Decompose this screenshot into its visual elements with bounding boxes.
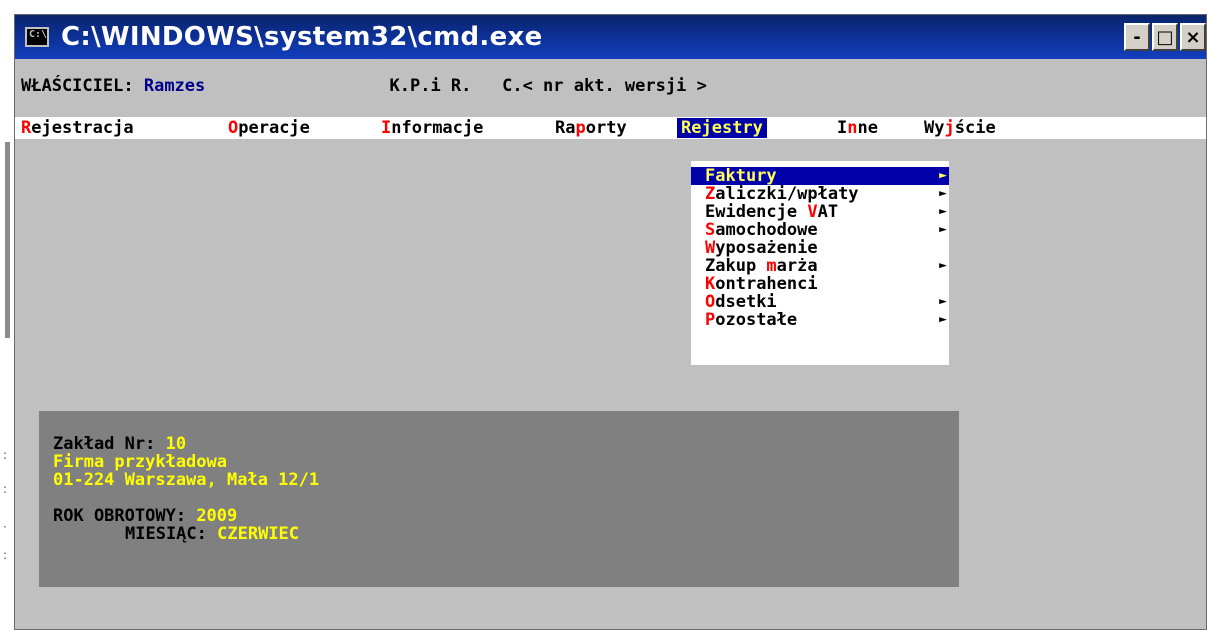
plant-number: 10: [165, 434, 187, 454]
submenu-arrow-icon: ►: [939, 258, 947, 273]
submenu-arrow-icon: ►: [939, 294, 947, 309]
background-glyph: :: [3, 448, 8, 462]
dropdown-item-zakup-marza[interactable]: Zakup marża ►: [691, 257, 949, 275]
menu-bar: Rejestracja Operacje Informacje Raporty …: [15, 117, 1206, 139]
window-title: C:\WINDOWS\system32\cmd.exe: [61, 22, 543, 52]
menu-hotkey: j: [944, 118, 955, 138]
fiscal-year-value: 2009: [196, 506, 238, 526]
owner-label: WŁAŚCICIEL:: [21, 76, 134, 96]
console-area: WŁAŚCICIEL: Ramzes K.P.i R. C.< nr akt. …: [15, 59, 1206, 629]
window-controls: - □ ×: [1124, 23, 1206, 51]
menu-hotkey: R: [21, 118, 32, 138]
submenu-arrow-icon: ►: [939, 168, 947, 183]
dropdown-item-pozostale[interactable]: Pozostałe ►: [691, 311, 949, 329]
dropdown-item-ewidencje-vat[interactable]: Ewidencje VAT ►: [691, 203, 949, 221]
plant-label: Zakład Nr:: [53, 434, 156, 454]
company-name: Firma przykładowa: [53, 452, 227, 472]
company-address: 01-224 Warszawa, Mała 12/1: [53, 470, 320, 490]
plant-line: Zakład Nr: 10: [53, 435, 186, 453]
menu-hotkey: O: [228, 118, 239, 138]
owner-name: Ramzes: [143, 76, 206, 96]
menu-raporty[interactable]: Raporty: [555, 119, 627, 137]
dropdown-item-odsetki[interactable]: Odsetki ►: [691, 293, 949, 311]
dropdown-item-zaliczki[interactable]: Zaliczki/wpłaty ►: [691, 185, 949, 203]
menu-wyjscie[interactable]: Wyjście: [924, 119, 996, 137]
maximize-button[interactable]: □: [1152, 23, 1178, 51]
dropdown-item-samochodowe[interactable]: Samochodowe ►: [691, 221, 949, 239]
title-bar[interactable]: C:\ C:\WINDOWS\system32\cmd.exe - □ ×: [15, 15, 1206, 59]
fiscal-year-line: ROK OBROTOWY: 2009: [53, 507, 237, 525]
rejestry-dropdown: Faktury ► Zaliczki/wpłaty ► Ewidencje VAT ►…: [691, 161, 949, 365]
menu-hotkey: R: [681, 118, 692, 138]
background-scrollbar: [5, 142, 10, 338]
close-button[interactable]: ×: [1180, 23, 1206, 51]
background-glyph: :: [3, 482, 8, 496]
submenu-arrow-icon: ►: [939, 222, 947, 237]
dropdown-item-kontrahenci[interactable]: Kontrahenci: [691, 275, 949, 293]
dropdown-item-faktury[interactable]: Faktury ►: [691, 167, 949, 185]
menu-hotkey: I: [381, 118, 392, 138]
month-line: MIESIĄC: CZERWIEC: [125, 525, 299, 543]
menu-rejestracja[interactable]: Rejestracja: [21, 119, 134, 137]
menu-inne[interactable]: Inne: [837, 119, 878, 137]
menu-operacje[interactable]: Operacje: [228, 119, 310, 137]
cmd-window: C:\ C:\WINDOWS\system32\cmd.exe - □ × WŁ…: [14, 14, 1207, 630]
background-glyph: :: [3, 548, 8, 562]
company-info-panel: Zakład Nr: 10 Firma przykładowa 01-224 W…: [39, 411, 959, 587]
menu-rejestry[interactable]: Rejestry: [677, 118, 767, 138]
dropdown-item-wyposazenie[interactable]: Wyposażenie: [691, 239, 949, 257]
menu-hotkey: n: [847, 118, 858, 138]
console-icon-label: C:\: [29, 29, 48, 40]
program-name: K.P.i R.: [389, 76, 472, 96]
submenu-arrow-icon: ►: [939, 186, 947, 201]
submenu-arrow-icon: ►: [939, 312, 947, 327]
header-line: WŁAŚCICIEL: Ramzes K.P.i R. C.< nr akt. …: [21, 77, 707, 95]
month-label: MIESIĄC:: [125, 524, 207, 544]
menu-informacje[interactable]: Informacje: [381, 119, 483, 137]
fiscal-year-label: ROK OBROTOWY:: [53, 506, 187, 526]
background-window-edge: : : · :: [0, 0, 14, 630]
minimize-button[interactable]: -: [1124, 23, 1150, 51]
month-value: CZERWIEC: [217, 524, 300, 544]
console-app-icon[interactable]: C:\: [25, 27, 49, 47]
background-glyph: ·: [3, 520, 7, 534]
submenu-arrow-icon: ►: [939, 204, 947, 219]
version-info: C.< nr akt. wersji >: [502, 76, 707, 96]
menu-hotkey: p: [575, 118, 586, 138]
